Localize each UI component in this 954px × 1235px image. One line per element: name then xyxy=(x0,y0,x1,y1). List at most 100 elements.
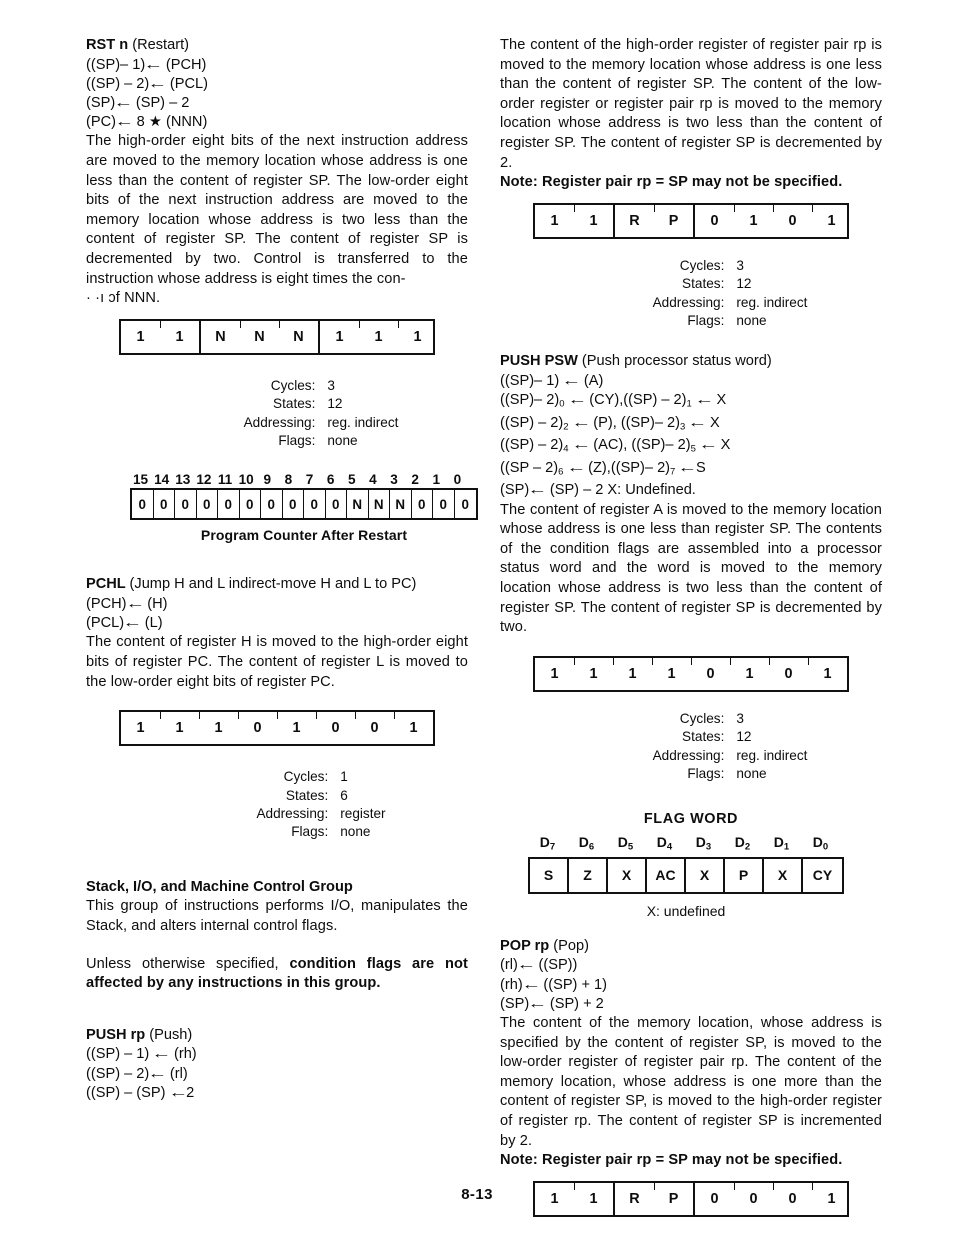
push-opcode-diagram: 1 1 R P 0 1 0 1 xyxy=(500,202,882,239)
left-arrow-icon: ← xyxy=(114,114,135,131)
push-psw-timing-table: Cycles: 3 States: 12 Addressing: reg. in… xyxy=(500,710,882,784)
pop-op-rhs-2: (SP) + 2 xyxy=(549,995,604,1012)
right-column: The content of the high-order register o… xyxy=(500,36,882,1235)
rst-mnemonic: RST n xyxy=(86,37,129,53)
flag-cell: AC xyxy=(647,858,686,892)
instruction-push: PUSH rp (Push) ((SP) – 1) ← (rh) ((SP) –… xyxy=(86,1026,468,1103)
manual-page: RST n (Restart) ((SP)– 1)← (PCH) ((SP) –… xyxy=(0,0,954,1235)
left-arrow-icon: ← xyxy=(527,482,548,499)
push-psw-rhs2-3: X xyxy=(720,437,731,454)
meta-value-states: 12 xyxy=(327,396,343,412)
meta-key-addressing: Addressing: xyxy=(243,414,316,430)
pc-bit-number: 7 xyxy=(305,472,314,488)
opcode-bit: 0 xyxy=(355,712,394,744)
opcode-bit: P xyxy=(654,204,693,237)
rst-op-lhs-2: (SP) xyxy=(86,95,116,111)
pc-bit-box: 0 0 0 0 0 0 0 0 0 0 N N N 0 0 0 xyxy=(130,488,478,521)
push-psw-rhs-4: (Z),((SP)– 2) xyxy=(588,459,671,476)
meta-value-cycles: 1 xyxy=(340,769,348,785)
opcode-bit: 1 xyxy=(136,328,145,345)
push-psw-lhs-sub-1: 0 xyxy=(559,398,565,410)
left-arrow-icon: ← xyxy=(124,595,145,612)
instruction-rst: RST n (Restart) ((SP)– 1)← (PCH) ((SP) –… xyxy=(86,36,468,309)
left-arrow-icon: ← xyxy=(516,957,536,974)
push-psw-lhs-sub-2: 2 xyxy=(563,421,569,433)
opcode-group: R P xyxy=(613,204,693,237)
pc-bit-value: 0 xyxy=(412,490,433,519)
rst-op-lhs-3: (PC) xyxy=(86,114,116,131)
opcode-group: 1 1 1 0 1 0 0 1 xyxy=(121,712,433,744)
meta-key-flags: Flags: xyxy=(291,824,329,840)
push-op-rhs-0: (rh) xyxy=(173,1046,197,1063)
pc-bit-value: 0 xyxy=(197,490,218,519)
push-psw-op-line-1: ((SP)– 2)0 ← (CY),((SP) – 2)1 ← X xyxy=(500,391,882,414)
flag-bit-label: D1 xyxy=(773,834,790,853)
push-op-rhs-1: (rl) xyxy=(169,1065,188,1082)
flag-word-bit-labels: D7 D6 D5 D4 D3 D2 D1 D0 xyxy=(528,833,882,856)
flag-word-box: S Z X AC X P X CY xyxy=(528,856,844,894)
push-psw-rhs-sub-4: 7 xyxy=(670,466,676,478)
meta-value-addressing: register xyxy=(340,805,386,821)
left-arrow-icon: ← xyxy=(567,392,587,409)
rst-opcode-diagram: 1 1 N N N 1 1 1 xyxy=(86,318,468,355)
pc-bit-number: 0 xyxy=(453,472,462,488)
left-arrow-icon: ← xyxy=(167,1084,188,1101)
pc-bit-number: 4 xyxy=(369,472,377,488)
meta-key-states: States: xyxy=(682,276,725,292)
push-psw-rhs-sub-1: 1 xyxy=(686,398,692,410)
pc-bit-value: N xyxy=(369,490,390,519)
left-arrow-icon: ← xyxy=(687,414,708,431)
rst-description: The high-order eight bits of the next in… xyxy=(86,133,468,287)
meta-value-cycles: 3 xyxy=(736,257,744,273)
left-arrow-icon: ← xyxy=(521,976,541,993)
opcode-bit: 0 xyxy=(316,712,355,744)
pc-bit-value: N xyxy=(347,490,369,519)
opcode-box: 1 1 N N N 1 1 1 xyxy=(119,318,435,355)
left-arrow-icon: ← xyxy=(147,75,168,92)
meta-key-states: States: xyxy=(273,396,316,412)
opcode-bit: 1 xyxy=(199,712,238,744)
push-mnemonic: PUSH rp xyxy=(86,1026,146,1043)
pop-title: (Pop) xyxy=(553,937,589,954)
rst-op-line-0: ((SP)– 1)← (PCH) xyxy=(86,56,468,75)
rst-heading: RST n (Restart) xyxy=(86,36,468,56)
opcode-group: 1 1 xyxy=(121,320,199,353)
opcode-bit: 0 xyxy=(769,657,808,690)
push-op-line-2: ((SP) – (SP) ←2 xyxy=(86,1084,468,1103)
rst-op-line-2: (SP)← (SP) – 2 xyxy=(86,94,468,113)
push-psw-op-line-4: ((SP – 2)6 ← (Z),((SP)– 2)7 ←S xyxy=(500,459,882,482)
push-psw-op-line-0: ((SP)– 1) ← (A) xyxy=(500,372,882,391)
meta-value-flags: none xyxy=(736,766,767,782)
meta-key-addressing: Addressing: xyxy=(652,747,725,763)
stack-group-description: This group of instructions performs I/O,… xyxy=(86,898,468,934)
meta-key-cycles: Cycles: xyxy=(679,257,725,273)
pop-note: Note: Register pair rp = SP may not be s… xyxy=(500,1152,843,1169)
opcode-bit: 1 xyxy=(277,712,316,744)
pop-heading: POP rp (Pop) xyxy=(500,937,882,957)
push-psw-lhs-1: ((SP)– 2) xyxy=(500,392,560,409)
push-psw-lhs-4: ((SP – 2) xyxy=(500,459,559,476)
pc-bit-value: 0 xyxy=(433,490,455,519)
opcode-box: 1 1 R P 0 1 0 1 xyxy=(533,202,849,239)
pc-bit-number: 11 xyxy=(217,472,233,488)
pc-bit-number: 13 xyxy=(175,472,191,488)
program-counter-diagram: 15 14 13 12 11 10 9 8 7 6 5 4 3 2 1 0 0 … xyxy=(86,472,478,543)
opcode-bit: 0 xyxy=(710,212,719,229)
pchl-title: (Jump H and L indirect-move H and L to P… xyxy=(129,576,417,593)
stack-group-note: Unless otherwise specified, condition fl… xyxy=(86,955,468,994)
push-psw-rhs-sub-3: 5 xyxy=(690,443,696,455)
left-arrow-icon: ← xyxy=(151,1046,172,1063)
instruction-push-psw: PUSH PSW (Push processor status word) ((… xyxy=(500,352,882,637)
rst-op-rhs-3: 8 ★ (NNN) xyxy=(136,114,208,131)
opcode-bit: 1 xyxy=(574,657,613,690)
push-psw-description: The content of register A is moved to th… xyxy=(500,501,882,636)
push-description: The content of the high-order register o… xyxy=(500,37,882,171)
pc-bit-number: 12 xyxy=(196,472,212,488)
pop-description: The content of the memory location, whos… xyxy=(500,1015,882,1149)
push-note: Note: Register pair rp = SP may not be s… xyxy=(500,174,843,191)
pc-bit-value: 0 xyxy=(461,496,469,512)
push-psw-lhs-5: (SP) xyxy=(500,482,530,499)
left-arrow-icon: ← xyxy=(527,995,548,1012)
pc-bit-number: 15 xyxy=(133,472,149,488)
rst-op-rhs-2: (SP) – 2 xyxy=(135,95,190,111)
